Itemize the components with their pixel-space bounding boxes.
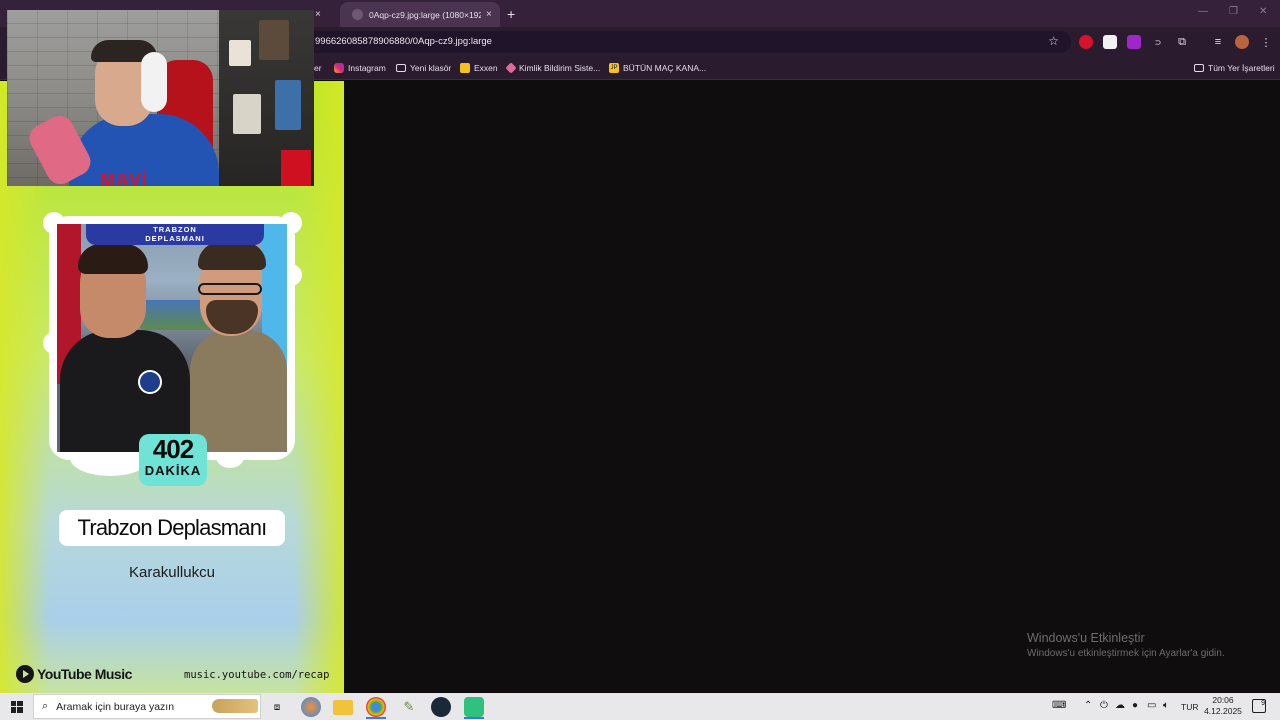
- minutes-badge: 402 DAKİKA: [139, 434, 207, 486]
- address-bar[interactable]: 996626085878906880/0Aqp-cz9.jpg:large ☆: [301, 31, 1071, 53]
- microphone-icon[interactable]: ●: [1132, 700, 1138, 711]
- language-indicator[interactable]: TUR: [1181, 702, 1198, 712]
- activation-title: Windows'u Etkinleştir: [1027, 631, 1145, 645]
- shelf-item: [259, 20, 289, 60]
- shelf-item: [275, 80, 301, 130]
- bookmark-kimlik[interactable]: Kimlik Bildirim Siste...: [505, 61, 601, 75]
- power-icon[interactable]: ⏻: [1100, 700, 1108, 711]
- search-highlight-image: [212, 699, 258, 713]
- bookmark-label: Exxen: [474, 63, 498, 73]
- tab-image[interactable]: 0Aqp-cz9.jpg:large (1080×1920 ×: [340, 2, 500, 27]
- network-icon[interactable]: ▭: [1147, 700, 1156, 711]
- webcam-overlay: MAVİ: [7, 10, 314, 186]
- turkish-flag: [281, 150, 311, 186]
- youtube-music-icon: [16, 665, 34, 683]
- notepad-icon[interactable]: ✎: [399, 697, 419, 717]
- taskbar-search[interactable]: ⌕ Aramak için buraya yazın: [33, 694, 261, 719]
- clock-date: 4.12.2025: [1204, 706, 1242, 716]
- chrome-icon[interactable]: [366, 697, 386, 717]
- bookmark-star-icon[interactable]: ☆: [1048, 34, 1059, 48]
- menu-kebab-icon[interactable]: ⋮: [1259, 35, 1273, 49]
- banner-line: TRABZON: [153, 225, 197, 234]
- bookmark-instagram[interactable]: Instagram: [334, 61, 386, 75]
- extension-white-icon[interactable]: [1103, 35, 1117, 49]
- folder-icon: [1194, 64, 1204, 72]
- minimize-button[interactable]: —: [1198, 6, 1208, 17]
- active-app-indicator: [366, 717, 386, 719]
- notification-count: 9: [1261, 700, 1265, 707]
- cloud-icon[interactable]: ☁: [1115, 700, 1125, 711]
- folder-icon: [396, 64, 406, 72]
- cover-person-left-hair: [78, 244, 148, 274]
- start-button[interactable]: [0, 693, 33, 720]
- artist-name: Karakullukcu: [129, 564, 215, 581]
- active-app-indicator: [464, 717, 484, 719]
- bookmark-label: er: [314, 63, 322, 73]
- tab-close-icon[interactable]: ×: [315, 9, 321, 20]
- bookmark-butun-mac[interactable]: JP BÜTÜN MAÇ KANA...: [609, 61, 706, 75]
- kimlik-icon: [505, 62, 517, 74]
- bookmark-label: Kimlik Bildirim Siste...: [519, 63, 601, 73]
- image-viewer-background: [344, 81, 1280, 693]
- search-icon: ⌕: [42, 700, 49, 712]
- extension-red-icon[interactable]: [1079, 35, 1093, 49]
- brand-label: YouTube Music: [37, 666, 132, 682]
- cover-glasses: [198, 283, 262, 295]
- profile-avatar[interactable]: [1235, 35, 1249, 49]
- club-crest-icon: [138, 370, 162, 394]
- bookmark-label: Instagram: [348, 63, 386, 73]
- minutes-value: 402: [152, 434, 194, 464]
- youtube-music-brand: YouTube Music: [16, 664, 132, 684]
- cover-banner: TRABZON DEPLASMANI: [86, 224, 264, 245]
- banner-line: DEPLASMANI: [145, 234, 205, 243]
- hoodie-text: MAVİ: [100, 170, 148, 186]
- clock-time: 20:06: [1212, 695, 1234, 705]
- instagram-icon: [334, 63, 344, 73]
- all-bookmarks[interactable]: Tüm Yer İşaretleri: [1194, 61, 1275, 75]
- cover-person-right-hair: [198, 242, 266, 270]
- all-bookmarks-label: Tüm Yer İşaretleri: [1208, 63, 1275, 73]
- volume-icon[interactable]: 🔈︎: [1163, 700, 1169, 711]
- extension-vpn-icon[interactable]: ⊃: [1151, 35, 1165, 49]
- shelf-item: [229, 40, 251, 66]
- copilot-icon[interactable]: [301, 697, 321, 717]
- file-explorer-icon[interactable]: [333, 700, 353, 715]
- clock[interactable]: 20:06 4.12.2025: [1198, 695, 1248, 717]
- bookmark-label: Yeni klasör: [410, 63, 452, 73]
- app-green-icon[interactable]: [464, 697, 484, 717]
- task-view-icon[interactable]: ⧈: [267, 697, 287, 717]
- windows-icon: [10, 700, 23, 713]
- jp-icon: JP: [609, 63, 619, 73]
- extension-purple-icon[interactable]: [1127, 35, 1141, 49]
- bookmark-exxen[interactable]: Exxen: [460, 61, 498, 75]
- steam-icon[interactable]: [431, 697, 451, 717]
- minutes-unit: DAKİKA: [144, 463, 202, 478]
- tab-close-icon[interactable]: ×: [486, 9, 492, 20]
- activation-subtitle: Windows'u etkinleştirmek için Ayarlar'a …: [1027, 648, 1225, 659]
- search-placeholder: Aramak için buraya yazın: [56, 700, 175, 713]
- address-text: 996626085878906880/0Aqp-cz9.jpg:large: [315, 36, 492, 47]
- bookmark-yeni-klasor[interactable]: Yeni klasör: [396, 61, 451, 75]
- recap-url: music.youtube.com/recap: [184, 669, 330, 681]
- bookmark-partial[interactable]: er: [314, 61, 322, 75]
- reading-list-icon[interactable]: ≡: [1211, 35, 1225, 49]
- close-window-button[interactable]: ✕: [1259, 6, 1267, 17]
- keyboard-icon[interactable]: ⌨: [1052, 700, 1066, 711]
- shelf-item: [233, 94, 261, 134]
- bookmark-label: BÜTÜN MAÇ KANA...: [623, 63, 707, 73]
- headphones: [141, 52, 167, 112]
- restore-button[interactable]: ❐: [1229, 6, 1238, 17]
- globe-icon: [352, 9, 363, 20]
- notification-center-icon[interactable]: 9: [1252, 699, 1266, 713]
- podcast-title: Trabzon Deplasmanı: [59, 510, 285, 546]
- extensions-puzzle-icon[interactable]: ⧉: [1175, 35, 1189, 49]
- tray-chevron-up-icon[interactable]: ⌃: [1084, 700, 1092, 711]
- exxen-icon: [460, 63, 470, 73]
- new-tab-button[interactable]: +: [507, 6, 515, 22]
- tab-label: 0Aqp-cz9.jpg:large (1080×1920: [369, 9, 481, 20]
